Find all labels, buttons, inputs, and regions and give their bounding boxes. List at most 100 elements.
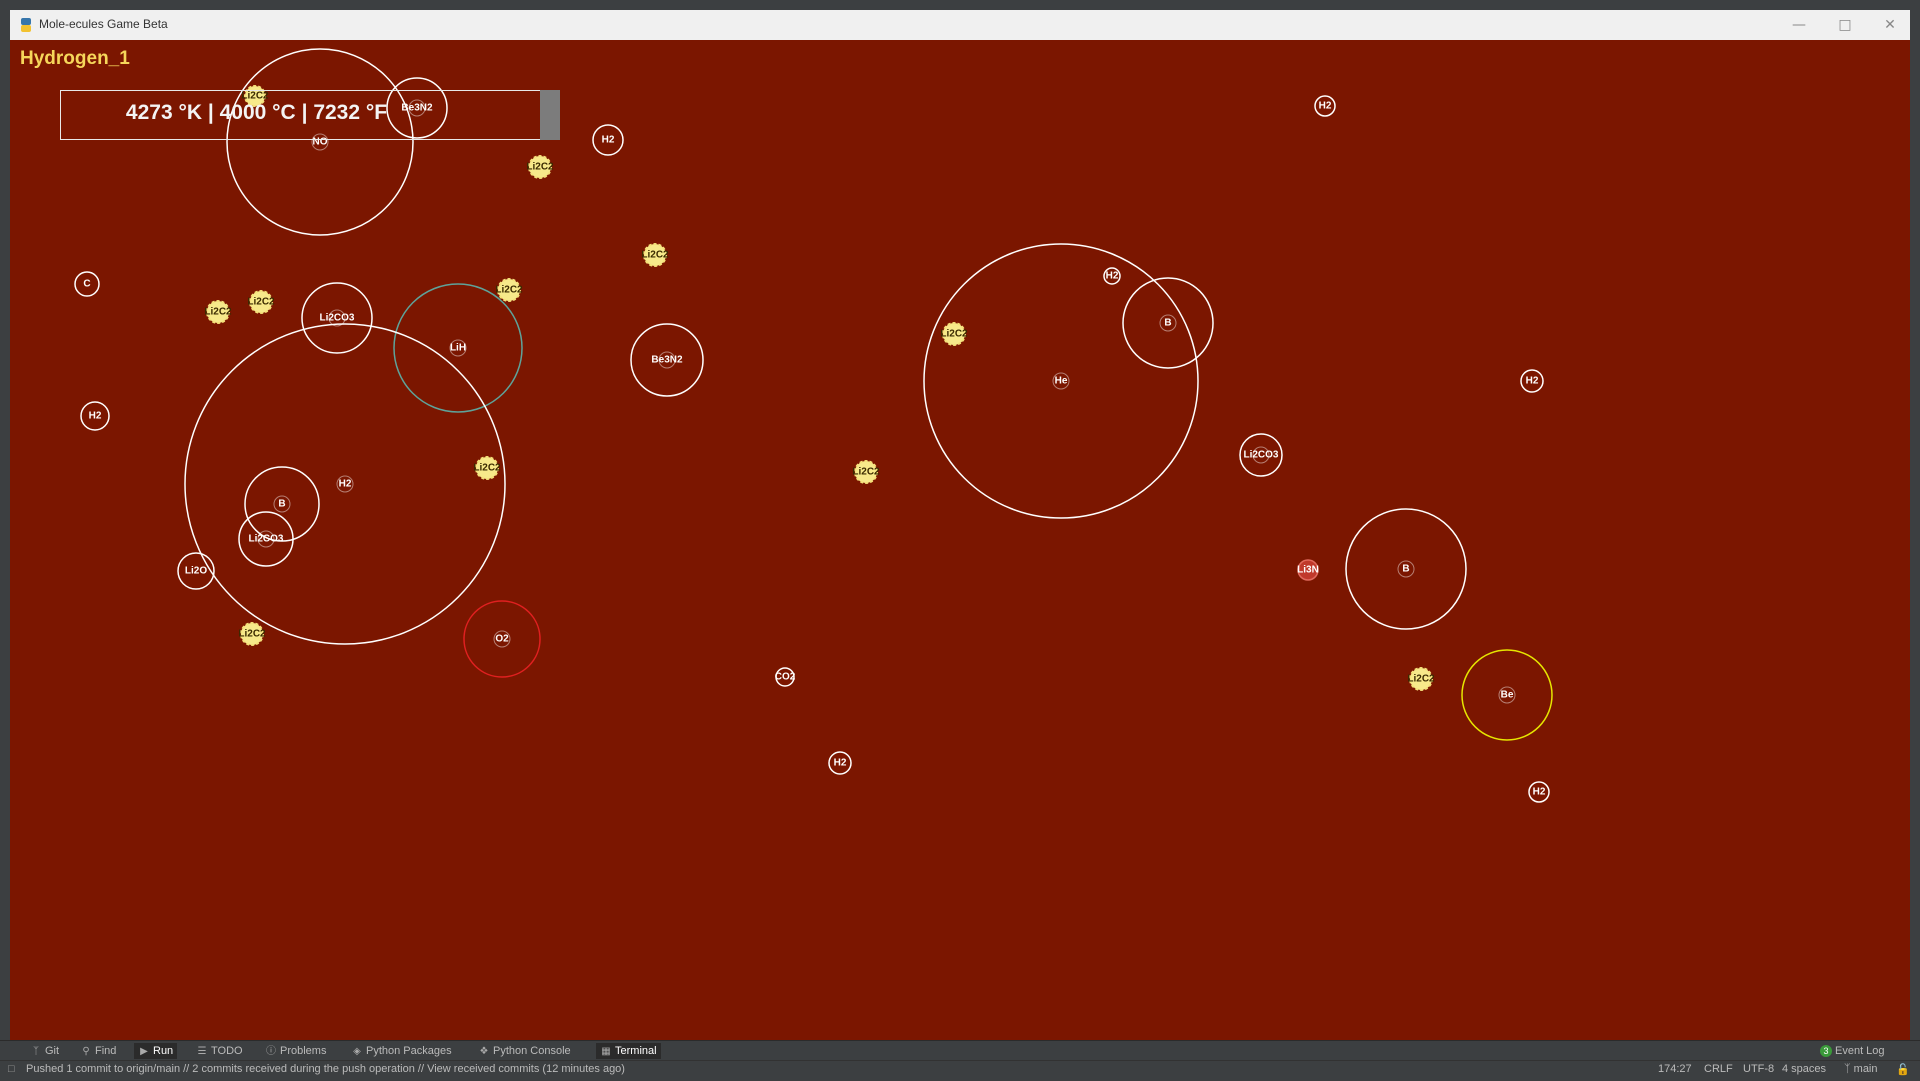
molecule-label: H2 — [602, 135, 615, 146]
molecule-h2[interactable]: H2 — [80, 401, 110, 431]
layout-toggle-icon[interactable]: □ — [8, 1063, 15, 1075]
molecule-field: NO Be3N2 Li2C2 H2 Li2C2 Li2C2 H2 C Li2C2 Li2C2 Li2… — [74, 48, 1553, 803]
molecule-no[interactable]: NO — [226, 48, 414, 236]
molecule-b[interactable]: B — [244, 466, 320, 542]
molecule-li2co3[interactable]: Li2CO3 — [301, 282, 373, 354]
molecule-li2c2[interactable]: Li2C2 — [238, 622, 266, 646]
temp-celsius: 4000 °C — [219, 101, 296, 124]
git-branch-icon: ᛉ — [1844, 1063, 1854, 1075]
temp-separator: | — [207, 101, 214, 124]
molecule-label: He — [1055, 376, 1068, 387]
indent-setting[interactable]: 4 spaces — [1782, 1063, 1826, 1075]
file-encoding[interactable]: UTF-8 — [1743, 1063, 1774, 1075]
tool-window-bar: ᛉ Git ⚲ Find ▶ Run ☰ TODO ⓘ Problems ◈ Python … — [0, 1040, 1920, 1061]
python-app-icon — [21, 18, 31, 32]
caret-position[interactable]: 174:27 — [1658, 1063, 1692, 1075]
molecule-label: H2 — [834, 758, 847, 769]
molecule-label: C — [83, 279, 90, 290]
molecule-o2[interactable]: O2 — [463, 600, 541, 678]
search-icon: ⚲ — [82, 1046, 90, 1057]
molecule-label: Li2C2 — [1407, 674, 1435, 685]
molecule-label: Be — [1501, 690, 1514, 701]
molecule-label: CO2 — [775, 672, 796, 683]
event-log-badge: 3 — [1820, 1045, 1832, 1057]
molecule-li2c2[interactable]: Li2C2 — [495, 278, 523, 302]
molecule-label: H2 — [1106, 271, 1119, 282]
molecule-label: Li2C2 — [238, 629, 266, 640]
lock-icon[interactable]: 🔓 — [1896, 1063, 1910, 1076]
tab-python-console[interactable]: ❖ Python Console — [478, 1043, 571, 1059]
tab-event-log[interactable]: 3 Event Log — [1820, 1043, 1885, 1059]
level-title: Hydrogen_1 — [20, 48, 130, 69]
molecule-be[interactable]: Be — [1461, 649, 1553, 741]
temp-fahrenheit: 7232 °F — [313, 101, 388, 124]
molecule-h2[interactable]: H2 — [1520, 369, 1544, 393]
close-icon[interactable]: ✕ — [1876, 15, 1904, 35]
window-titlebar[interactable]: Mole-ecules Game Beta — □ ✕ — [10, 10, 1910, 41]
molecule-c[interactable]: C — [74, 271, 100, 297]
molecule-label: LiH — [450, 343, 466, 354]
molecule-li2co3[interactable]: Li2CO3 — [238, 511, 294, 567]
molecule-li2co3[interactable]: Li2CO3 — [1239, 433, 1283, 477]
molecule-label: Li2C2 — [526, 162, 554, 173]
molecule-co2[interactable]: CO2 — [775, 667, 796, 687]
molecule-label: Li2O — [185, 566, 207, 577]
molecule-label: H2 — [1526, 376, 1539, 387]
molecule-label: Li3N — [1297, 565, 1319, 576]
tab-git[interactable]: ᛉ Git — [30, 1043, 59, 1059]
temperature-slider-handle[interactable] — [540, 90, 560, 140]
molecule-label: Li2C2 — [495, 285, 523, 296]
molecule-he[interactable]: He — [923, 243, 1199, 519]
molecule-h2[interactable]: H2 — [1528, 781, 1550, 803]
molecule-label: O2 — [495, 634, 509, 645]
molecule-li2c2[interactable]: Li2C2 — [526, 155, 554, 179]
molecule-h2[interactable]: H2 — [184, 323, 506, 645]
tab-todo[interactable]: ☰ TODO — [196, 1043, 243, 1059]
molecule-label: Li2CO3 — [248, 534, 283, 545]
minimize-icon[interactable]: — — [1785, 15, 1813, 35]
molecule-li2c2[interactable]: Li2C2 — [247, 290, 275, 314]
tab-run[interactable]: ▶ Run — [134, 1043, 178, 1059]
problems-icon: ⓘ — [266, 1046, 276, 1057]
molecule-h2[interactable]: H2 — [828, 751, 852, 775]
molecule-h2[interactable]: H2 — [1103, 267, 1121, 285]
git-branch-icon: ᛉ — [33, 1046, 39, 1057]
molecule-li2c2[interactable]: Li2C2 — [641, 243, 669, 267]
tab-python-packages[interactable]: ◈ Python Packages — [351, 1043, 451, 1059]
molecule-h2[interactable]: H2 — [1314, 95, 1336, 117]
game-canvas[interactable]: NO Be3N2 Li2C2 H2 Li2C2 Li2C2 H2 C Li2C2 Li2C2 Li2… — [10, 40, 1910, 1040]
molecule-li2o[interactable]: Li2O — [177, 552, 215, 590]
molecule-b[interactable]: B — [1122, 277, 1214, 369]
molecule-li2c2[interactable]: Li2C2 — [852, 460, 880, 484]
window-title: Mole-ecules Game Beta — [39, 17, 168, 31]
ide-right-gutter — [1910, 10, 1920, 1040]
molecule-be3n2[interactable]: Be3N2 — [630, 323, 704, 397]
molecule-label: H2 — [1319, 101, 1332, 112]
maximize-icon[interactable]: □ — [1831, 15, 1859, 35]
git-branch[interactable]: ᛉ main — [1844, 1063, 1878, 1075]
tab-problems[interactable]: ⓘ Problems — [265, 1043, 326, 1059]
temp-separator: | — [301, 101, 308, 124]
status-bar: □ Pushed 1 commit to origin/main // 2 co… — [0, 1060, 1920, 1081]
molecule-h2[interactable]: H2 — [592, 124, 624, 156]
molecule-label: Li2C2 — [641, 250, 669, 261]
tab-terminal[interactable]: ▦ Terminal — [596, 1043, 661, 1059]
molecule-li2c2[interactable]: Li2C2 — [473, 456, 501, 480]
molecule-label: H2 — [339, 479, 352, 490]
temperature-readout: 4273 °K | 4000 °C | 7232 °F — [10, 101, 503, 125]
molecule-label: Li2CO3 — [1243, 450, 1278, 461]
tab-find[interactable]: ⚲ Find — [80, 1043, 116, 1059]
molecule-label: Li2CO3 — [319, 313, 354, 324]
molecule-li3n[interactable]: Li3N — [1297, 559, 1319, 581]
molecule-li2c2[interactable]: Li2C2 — [1407, 667, 1435, 691]
molecule-label: Li2C2 — [247, 297, 275, 308]
molecule-label: Li2C2 — [940, 329, 968, 340]
molecule-b[interactable]: B — [1345, 508, 1467, 630]
molecule-li2c2[interactable]: Li2C2 — [204, 300, 232, 324]
line-separator[interactable]: CRLF — [1704, 1063, 1733, 1075]
console-icon: ❖ — [479, 1046, 489, 1057]
status-message[interactable]: Pushed 1 commit to origin/main // 2 comm… — [26, 1063, 625, 1075]
molecule-li2c2[interactable]: Li2C2 — [940, 322, 968, 346]
packages-icon: ◈ — [353, 1046, 361, 1057]
molecule-lih[interactable]: LiH — [393, 283, 523, 413]
